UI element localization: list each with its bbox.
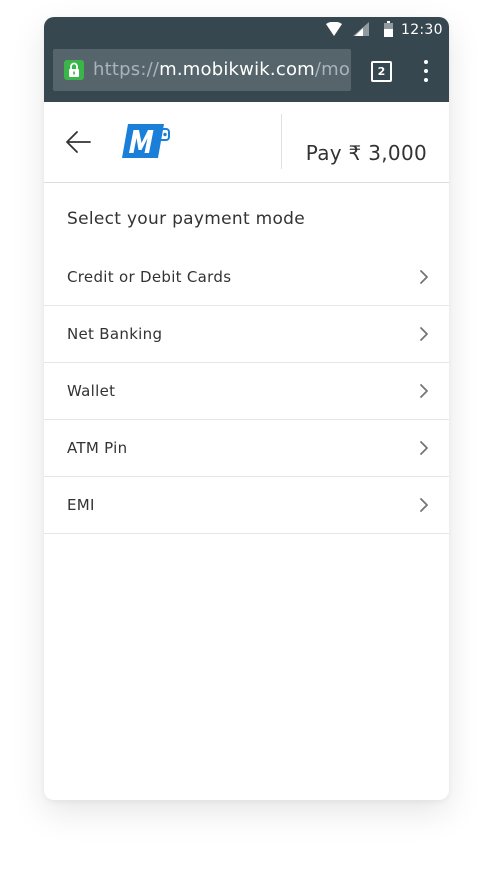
wifi-icon xyxy=(326,22,342,36)
chevron-right-icon xyxy=(420,441,428,455)
payment-mode-list: Credit or Debit Cards Net Banking Wallet… xyxy=(44,249,449,534)
payment-mode-wallet[interactable]: Wallet xyxy=(44,363,449,420)
payment-mode-credit-debit-cards[interactable]: Credit or Debit Cards xyxy=(44,249,449,306)
battery-icon xyxy=(384,21,393,37)
chevron-right-icon xyxy=(420,270,428,284)
status-time: 12:30 xyxy=(401,22,443,38)
url-scheme: https:// xyxy=(93,59,160,80)
mobikwik-logo xyxy=(122,124,170,158)
url-text: https://m.mobikwik.com/mobil xyxy=(93,58,351,82)
section-title: Select your payment mode xyxy=(67,209,306,229)
header-divider xyxy=(281,114,282,169)
chevron-right-icon xyxy=(420,384,428,398)
payment-mode-emi[interactable]: EMI xyxy=(44,477,449,534)
pay-amount: Pay ₹ 3,000 xyxy=(305,141,427,165)
back-arrow-icon[interactable] xyxy=(64,128,92,156)
browser-toolbar: https://m.mobikwik.com/mobil 2 xyxy=(44,42,449,102)
payment-mode-net-banking[interactable]: Net Banking xyxy=(44,306,449,363)
payment-mode-label: ATM Pin xyxy=(67,439,128,457)
chevron-right-icon xyxy=(420,498,428,512)
page-header: Pay ₹ 3,000 xyxy=(44,102,449,183)
chevron-right-icon xyxy=(420,327,428,341)
overflow-menu-icon[interactable] xyxy=(414,58,438,84)
payment-mode-label: Net Banking xyxy=(67,325,163,343)
lock-icon xyxy=(64,60,84,80)
url-host: m.mobikwik.com xyxy=(159,59,315,80)
payment-mode-atm-pin[interactable]: ATM Pin xyxy=(44,420,449,477)
payment-mode-label: Wallet xyxy=(67,382,116,400)
tab-switcher-button[interactable]: 2 xyxy=(371,61,392,82)
url-path: /mobil xyxy=(314,59,351,80)
payment-mode-label: EMI xyxy=(67,496,95,514)
phone-screen: 12:30 https://m.mobikwik.com/mobil 2 xyxy=(44,17,449,800)
screenshot-stage: 12:30 https://m.mobikwik.com/mobil 2 xyxy=(0,0,493,872)
payment-mode-label: Credit or Debit Cards xyxy=(67,268,232,286)
url-bar[interactable]: https://m.mobikwik.com/mobil xyxy=(53,49,351,91)
status-bar: 12:30 xyxy=(44,17,449,42)
signal-icon xyxy=(353,22,369,36)
